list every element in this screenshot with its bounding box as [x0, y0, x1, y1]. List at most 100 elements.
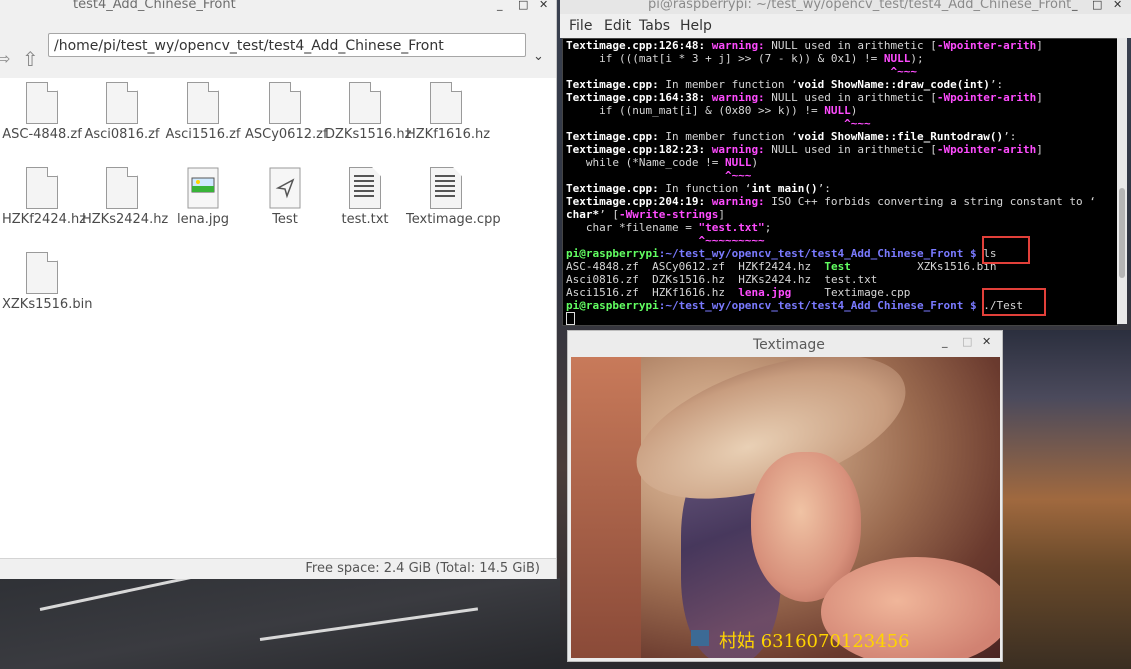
menu-file[interactable]: File: [569, 18, 592, 34]
back-arrow-icon[interactable]: ⇨: [0, 49, 10, 68]
file-label: lena.jpg: [176, 212, 230, 227]
output-line: ^~~~: [566, 169, 752, 182]
ls-output-row: ASC-4848.zf ASCy0612.zf HZKf2424.hz Test…: [566, 260, 997, 273]
file-label: ASCy0612.zf: [245, 127, 328, 142]
document-icon: [269, 82, 301, 124]
output-line: Textimage.cpp:182:23: warning: NULL used…: [566, 143, 1043, 156]
output-line: while (*Name_code != NULL): [566, 156, 759, 169]
file-item[interactable]: Textimage.cpp: [406, 167, 501, 228]
minimize-icon[interactable]: _: [942, 335, 948, 348]
cursor: [566, 312, 575, 325]
output-line: Textimage.cpp:204:19: warning: ISO C++ f…: [566, 195, 1096, 208]
status-bar: Free space: 2.4 GiB (Total: 14.5 GiB): [0, 558, 556, 579]
file-label: test.txt: [341, 212, 389, 227]
executable-icon: [269, 167, 301, 209]
document-icon: [430, 82, 462, 124]
image-window: Textimage _ □ ✕ 村姑 6316070123456: [567, 330, 1003, 662]
ls-output-row: Asci1516.zf HZKf1616.hz lena.jpg Textima…: [566, 286, 911, 299]
file-label: Asci1516.zf: [165, 127, 241, 142]
document-icon: [26, 167, 58, 209]
output-line: Textimage.cpp: In member function ‘void …: [566, 78, 1004, 91]
file-item[interactable]: HZKf1616.hz: [406, 82, 490, 143]
file-label: Test: [272, 212, 298, 227]
window-title: Textimage: [753, 337, 825, 353]
file-item[interactable]: ASCy0612.zf: [245, 82, 328, 143]
close-icon[interactable]: ✕: [539, 0, 548, 11]
file-label: Textimage.cpp: [406, 212, 501, 227]
file-label: Asci0816.zf: [84, 127, 160, 142]
window-title: pi@raspberrypi: ~/test_wy/opencv_test/te…: [648, 0, 1072, 12]
chevron-down-icon[interactable]: ⌄: [533, 49, 544, 64]
path-input[interactable]: /home/pi/test_wy/opencv_test/test4_Add_C…: [48, 33, 526, 57]
document-icon: [26, 252, 58, 294]
file-manager-window: test4_Add_Chinese_Front _ □ ✕ ⇨ ⇧ /home/…: [0, 0, 557, 579]
document-icon: [349, 82, 381, 124]
up-arrow-icon[interactable]: ⇧: [22, 47, 39, 71]
terminal-output[interactable]: Textimage.cpp:126:48: warning: NULL used…: [562, 38, 1118, 326]
file-label: HZKf2424.hz: [2, 212, 87, 227]
desktop-wallpaper-road: [0, 574, 560, 669]
free-space-text: Free space: 2.4 GiB (Total: 14.5 GiB): [305, 561, 540, 576]
file-item[interactable]: XZKs1516.bin: [2, 252, 92, 313]
image-window-titlebar[interactable]: Textimage _ □ ✕: [568, 331, 1000, 357]
close-icon[interactable]: ✕: [1113, 0, 1122, 11]
overlay-text-marker: [691, 630, 709, 646]
file-item[interactable]: HZKs2424.hz: [82, 167, 168, 228]
document-icon: [187, 82, 219, 124]
text-file-icon: [430, 167, 462, 209]
file-item[interactable]: DZKs1516.hz: [325, 82, 412, 143]
document-icon: [106, 167, 138, 209]
output-line: ^~~~: [566, 117, 871, 130]
window-title: test4_Add_Chinese_Front: [73, 0, 236, 12]
terminal-scrollbar[interactable]: [1117, 38, 1127, 324]
prompt-line: pi@raspberrypi:~/test_wy/opencv_test/tes…: [566, 299, 1023, 312]
highlight-box-ls: [982, 236, 1030, 264]
output-line: char *filename = "test.txt";: [566, 221, 772, 234]
output-line: Textimage.cpp: In member function ‘void …: [566, 130, 1017, 143]
terminal-menubar: File Edit Tabs Help: [560, 14, 1131, 38]
output-line: if ((num_mat[i] & (0x80 >> k)) != NULL): [566, 104, 858, 117]
desktop-wallpaper-sky: [1000, 330, 1131, 669]
overlay-chinese-text: 村姑 6316070123456: [719, 631, 910, 652]
output-line: Textimage.cpp: In function ‘int main()’:: [566, 182, 831, 195]
file-label: XZKs1516.bin: [2, 297, 93, 312]
file-item[interactable]: ASC-4848.zf: [2, 82, 82, 143]
output-line: Textimage.cpp:164:38: warning: NULL used…: [566, 91, 1043, 104]
file-item[interactable]: Test: [245, 167, 325, 228]
file-item[interactable]: HZKf2424.hz: [2, 167, 86, 228]
file-label: ASC-4848.zf: [2, 127, 82, 142]
file-item[interactable]: lena.jpg: [163, 167, 243, 228]
minimize-icon[interactable]: _: [1072, 0, 1078, 11]
file-label: HZKs2424.hz: [82, 212, 169, 227]
menu-help[interactable]: Help: [680, 18, 712, 34]
output-line: if (((mat[i * 3 + j] >> (7 - k)) & 0x1) …: [566, 52, 924, 65]
file-item[interactable]: Asci1516.zf: [163, 82, 243, 143]
highlight-box-test: [982, 288, 1046, 316]
terminal-titlebar[interactable]: pi@raspberrypi: ~/test_wy/opencv_test/te…: [560, 0, 1131, 14]
output-line: ^~~~~~~~~~: [566, 234, 765, 247]
prompt-line: pi@raspberrypi:~/test_wy/opencv_test/tes…: [566, 247, 997, 260]
output-line: ^~~~: [566, 65, 918, 78]
file-item[interactable]: Asci0816.zf: [82, 82, 162, 143]
maximize-icon[interactable]: □: [518, 0, 528, 11]
displayed-image: 村姑 6316070123456: [571, 357, 1000, 658]
document-icon: [26, 82, 58, 124]
output-line: Textimage.cpp:126:48: warning: NULL used…: [566, 39, 1043, 52]
maximize-icon[interactable]: □: [1092, 0, 1102, 11]
output-line: char*’ [-Wwrite-strings]: [566, 208, 725, 221]
image-file-icon: [187, 167, 219, 209]
file-label: DZKs1516.hz: [325, 127, 412, 142]
scrollbar-thumb[interactable]: [1119, 188, 1125, 278]
text-file-icon: [349, 167, 381, 209]
maximize-icon[interactable]: □: [962, 335, 972, 348]
menu-tabs[interactable]: Tabs: [639, 18, 670, 34]
file-item[interactable]: test.txt: [325, 167, 405, 228]
file-grid: ASC-4848.zf Asci0816.zf Asci1516.zf ASCy…: [0, 82, 556, 562]
ls-output-row: Asci0816.zf DZKs1516.hz HZKs2424.hz test…: [566, 273, 878, 286]
menu-edit[interactable]: Edit: [604, 18, 631, 34]
file-label: HZKf1616.hz: [406, 127, 491, 142]
file-manager-titlebar[interactable]: test4_Add_Chinese_Front _ □ ✕: [0, 0, 556, 14]
close-icon[interactable]: ✕: [982, 335, 991, 348]
minimize-icon[interactable]: _: [497, 0, 503, 11]
image-background: [571, 357, 641, 658]
